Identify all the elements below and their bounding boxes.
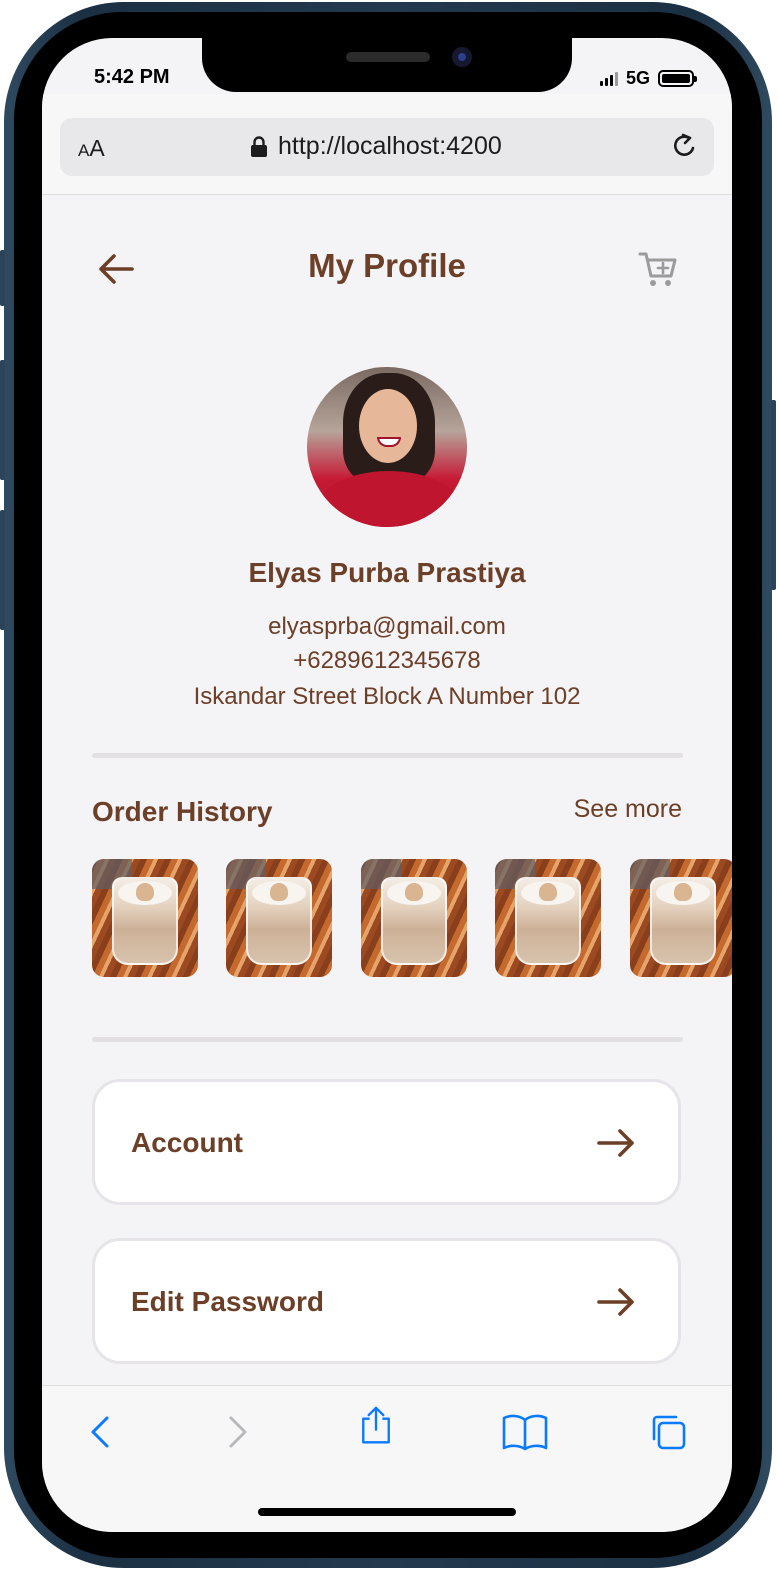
profile-phone: +6289612345678 (293, 647, 481, 674)
browser-back-icon[interactable] (82, 1412, 122, 1452)
front-camera (452, 47, 472, 67)
order-history-item[interactable] (226, 859, 332, 977)
share-icon[interactable] (356, 1406, 396, 1446)
order-history-title: Order History (92, 796, 273, 827)
home-indicator (258, 1508, 516, 1516)
profile-page: My Profile Elyas Purba Prastiya elyasprb… (42, 195, 732, 1385)
cellular-signal-icon (599, 71, 618, 86)
arrow-right-icon (597, 1288, 634, 1316)
volume-up-button (0, 360, 5, 480)
volume-down-button (0, 510, 5, 630)
speaker-grille (346, 52, 430, 62)
url-display[interactable]: http://localhost:4200 (250, 132, 502, 161)
battery-icon (658, 70, 697, 87)
arrow-right-icon (597, 1129, 634, 1157)
profile-name: Elyas Purba Prastiya (248, 557, 526, 588)
edit-password-menu-item[interactable]: Edit Password (92, 1238, 681, 1364)
notch (202, 38, 572, 92)
order-history-item[interactable] (92, 859, 198, 977)
order-history-item[interactable] (495, 859, 601, 977)
reload-icon[interactable] (668, 131, 700, 163)
phone-screen: 5:42 PM 5G AA http://localhost:4200 My P… (42, 38, 732, 1532)
section-divider (92, 1037, 683, 1042)
menu-item-label: Account (131, 1127, 243, 1158)
avatar (307, 367, 467, 527)
order-history-item[interactable] (361, 859, 467, 977)
section-divider (92, 753, 683, 758)
network-type: 5G (625, 68, 650, 88)
bookmarks-icon[interactable] (502, 1412, 548, 1452)
power-button (771, 400, 776, 590)
order-history-item[interactable] (630, 859, 732, 977)
status-time: 5:42 PM (94, 66, 170, 88)
browser-forward-icon[interactable] (216, 1412, 256, 1452)
browser-address-bar: AA http://localhost:4200 (42, 94, 732, 195)
page-title: My Profile (308, 247, 466, 284)
lock-icon (251, 135, 267, 157)
profile-email: elyasprba@gmail.com (268, 613, 506, 640)
status-indicators: 5G (599, 68, 697, 89)
account-menu-item[interactable]: Account (92, 1079, 681, 1205)
url-text: http://localhost:4200 (278, 132, 502, 160)
menu-item-label: Edit Password (131, 1286, 324, 1317)
profile-address: Iskandar Street Block A Number 102 (193, 683, 581, 710)
text-size-button[interactable]: AA (78, 135, 105, 162)
cart-icon[interactable] (637, 248, 679, 290)
mute-switch (0, 250, 5, 306)
tabs-icon[interactable] (648, 1412, 688, 1452)
see-more-link[interactable]: See more (574, 795, 682, 824)
url-field[interactable]: AA http://localhost:4200 (60, 118, 714, 176)
